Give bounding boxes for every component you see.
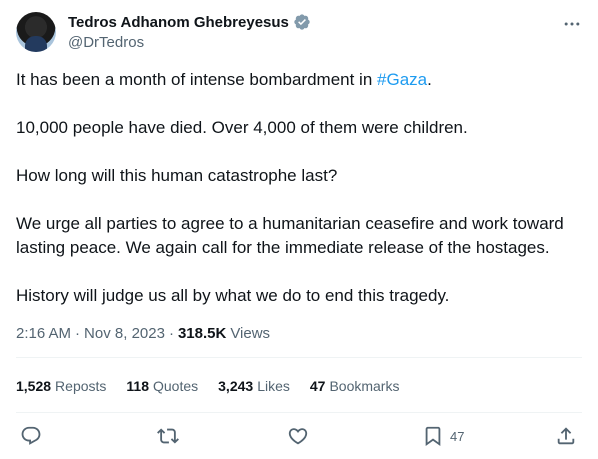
- bookmarks-count: 47: [309, 378, 326, 394]
- post-paragraph-4: We urge all parties to agree to a humani…: [16, 214, 564, 257]
- verified-badge-icon: [294, 14, 310, 30]
- author-handle[interactable]: @DrTedros: [68, 33, 311, 53]
- more-options-icon[interactable]: [562, 14, 582, 34]
- action-bar: 47: [16, 422, 582, 450]
- share-button[interactable]: [555, 424, 577, 448]
- post-text-segment: It has been a month of intense bombardme…: [16, 70, 378, 89]
- post-paragraph-5: History will judge us all by what we do …: [16, 286, 450, 305]
- divider: [16, 357, 582, 358]
- meta-separator: ·: [168, 324, 174, 342]
- author-name-row: Tedros Adhanom Ghebreyesus: [68, 12, 311, 32]
- like-button[interactable]: [287, 424, 309, 448]
- post-text: It has been a month of intense bombardme…: [16, 68, 582, 332]
- author-block: Tedros Adhanom Ghebreyesus @DrTedros: [68, 12, 311, 53]
- likes-stat[interactable]: 3,243 Likes: [218, 378, 290, 394]
- repost-button[interactable]: [157, 424, 179, 448]
- engagement-stats: 1,528 Reposts 118 Quotes 3,243 Likes 47 Book…: [16, 376, 419, 396]
- likes-label: Likes: [257, 378, 290, 394]
- reply-icon: [21, 426, 41, 445]
- views-label: Views: [230, 324, 271, 342]
- bookmark-button[interactable]: 47: [422, 424, 464, 448]
- avatar[interactable]: [16, 12, 56, 52]
- tweet-card: Tedros Adhanom Ghebreyesus @DrTedros It …: [0, 0, 598, 459]
- heart-icon: [288, 428, 308, 445]
- post-text-segment: .: [427, 70, 432, 89]
- post-paragraph-1: It has been a month of intense bombardme…: [16, 68, 582, 92]
- quotes-label: Quotes: [153, 378, 199, 394]
- reposts-count: 1,528: [16, 378, 52, 394]
- bookmarks-stat[interactable]: 47 Bookmarks: [310, 378, 400, 394]
- post-time[interactable]: 2:16 AM: [16, 325, 71, 342]
- reply-button[interactable]: [20, 424, 42, 448]
- bookmarks-label: Bookmarks: [329, 378, 400, 394]
- quotes-stat[interactable]: 118 Quotes: [126, 378, 198, 394]
- meta-separator: ·: [75, 324, 81, 342]
- views-count: 318.5K: [177, 324, 227, 342]
- quotes-count: 118: [126, 378, 149, 394]
- divider: [16, 412, 582, 413]
- bookmark-icon: [425, 426, 441, 447]
- reposts-stat[interactable]: 1,528 Reposts: [16, 378, 106, 394]
- hashtag-link[interactable]: #Gaza: [377, 70, 427, 89]
- post-paragraph-3: How long will this human catastrophe las…: [16, 166, 338, 185]
- post-meta: 2:16 AM · Nov 8, 2023 · 318.5K Views: [16, 323, 270, 343]
- post-paragraph-2: 10,000 people have died. Over 4,000 of t…: [16, 118, 468, 137]
- likes-count: 3,243: [218, 378, 254, 394]
- bookmark-count: 47: [450, 428, 465, 444]
- repost-icon: [157, 428, 179, 444]
- post-date[interactable]: Nov 8, 2023: [84, 325, 165, 342]
- author-name[interactable]: Tedros Adhanom Ghebreyesus: [68, 14, 289, 31]
- reposts-label: Reposts: [55, 378, 107, 394]
- share-icon: [557, 427, 575, 445]
